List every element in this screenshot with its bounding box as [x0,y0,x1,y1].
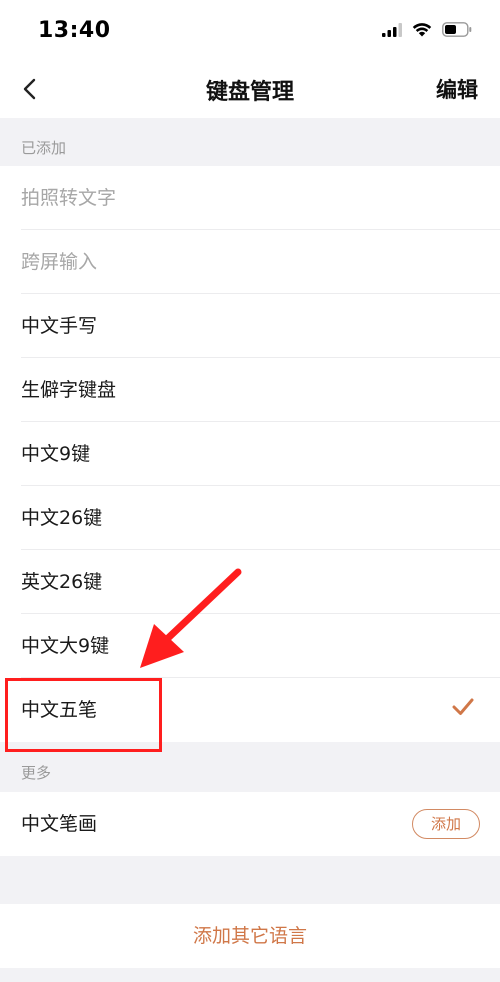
add-button[interactable]: 添加 [412,809,480,839]
list-item-cross-screen-input[interactable]: 跨屏输入 [0,230,500,294]
bottom-spacer [0,968,500,982]
list-item-english-26-key[interactable]: 英文26键 [0,550,500,614]
list-item-rare-character-keyboard[interactable]: 生僻字键盘 [0,358,500,422]
section-header-added-label: 已添加 [21,139,67,157]
add-language-section: 添加其它语言 [0,904,500,968]
status-bar: 13:40 [0,0,500,62]
more-keyboard-list: 中文笔画 添加 [0,792,500,856]
annotation-highlight-box [5,678,162,752]
list-item-label: 跨屏输入 [21,251,98,273]
status-icons [382,22,472,37]
list-item-label: 中文9键 [21,443,91,465]
list-item-chinese-large-9-key[interactable]: 中文大9键 [0,614,500,678]
added-keyboard-list: 拍照转文字 跨屏输入 中文手写 生僻字键盘 中文9键 中文26键 英文26键 中… [0,166,500,742]
list-item-label: 英文26键 [21,571,103,593]
list-item-label: 中文笔画 [21,813,98,835]
list-item-label: 生僻字键盘 [21,379,117,401]
list-item-chinese-stroke: 中文笔画 添加 [0,792,500,856]
navigation-bar: 键盘管理 编辑 [0,62,500,118]
wifi-icon [412,23,432,37]
list-item-chinese-9-key[interactable]: 中文9键 [0,422,500,486]
list-item-chinese-26-key[interactable]: 中文26键 [0,486,500,550]
list-item-label: 中文26键 [21,507,103,529]
add-other-language-button[interactable]: 添加其它语言 [0,904,500,968]
edit-button[interactable]: 编辑 [436,74,478,104]
list-item-chinese-handwriting[interactable]: 中文手写 [0,294,500,358]
list-item-label: 拍照转文字 [21,187,117,209]
checkmark-icon [452,698,474,715]
list-item-photo-to-text[interactable]: 拍照转文字 [0,166,500,230]
keyboard-management-screen: 13:40 键盘管理 编辑 已添加 拍照转文字 跨屏输入 中文手写 生僻字键盘 … [0,0,500,982]
list-item-label: 中文大9键 [21,635,110,657]
watermark: 游侠网 [427,942,494,967]
battery-icon [442,22,472,37]
list-item-label: 中文手写 [21,315,98,337]
section-header-more-label: 更多 [21,764,52,782]
cellular-signal-icon [382,22,402,37]
section-header-added: 已添加 [0,118,500,166]
status-time: 13:40 [38,18,111,43]
page-title: 键盘管理 [205,80,294,105]
